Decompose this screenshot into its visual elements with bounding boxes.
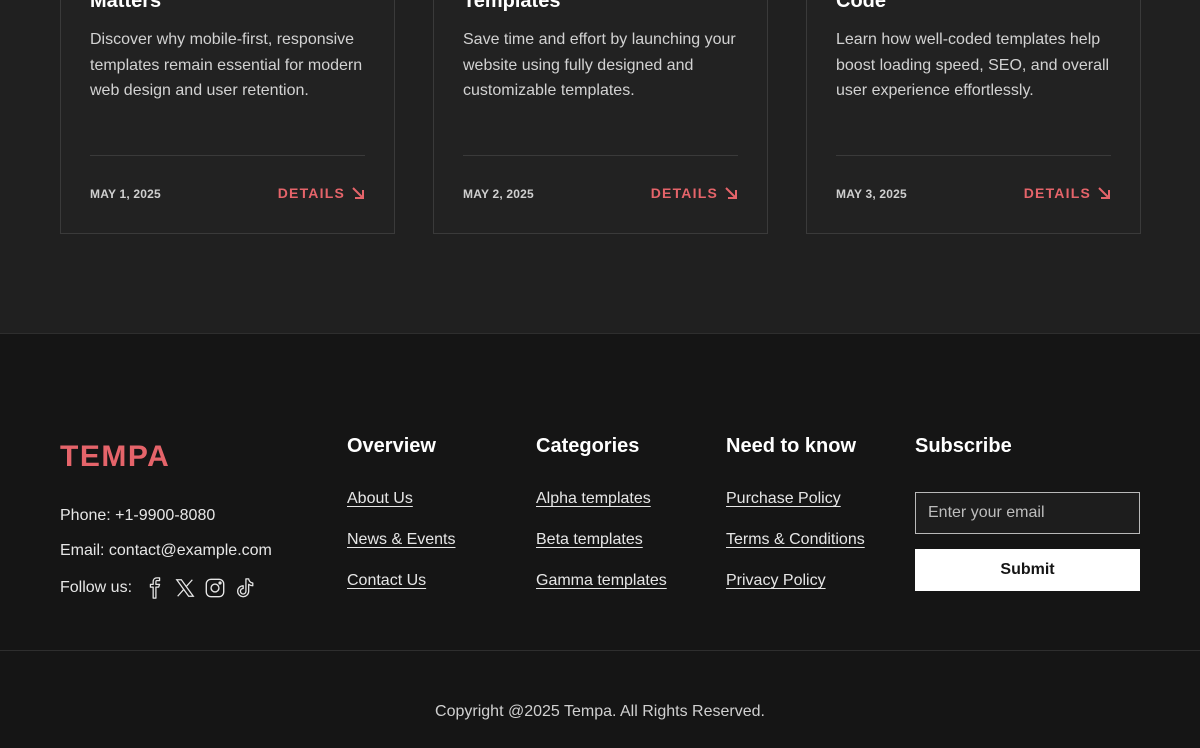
footer-column-need-to-know: Need to know Purchase Policy Terms & Con…: [726, 435, 865, 612]
subscribe-submit-button[interactable]: Submit: [915, 549, 1140, 591]
card-divider: [90, 155, 365, 156]
blog-cards-section: Matters Discover why mobile-first, respo…: [0, 0, 1200, 334]
arrow-down-right-icon: [352, 187, 364, 199]
blog-card: Code Learn how well-coded templates help…: [806, 0, 1141, 234]
footer-column-subscribe: Subscribe: [915, 435, 1012, 489]
footer-link-news-events[interactable]: News & Events: [347, 530, 455, 550]
card-excerpt: Learn how well-coded templates help boos…: [836, 31, 1110, 100]
card-excerpt: Discover why mobile-first, responsive te…: [90, 31, 363, 100]
tiktok-icon[interactable]: [234, 577, 256, 599]
footer-column-overview: Overview About Us News & Events Contact …: [347, 435, 455, 612]
blog-card: Matters Discover why mobile-first, respo…: [60, 0, 395, 234]
column-heading: Subscribe: [915, 435, 1012, 457]
column-heading: Need to know: [726, 435, 857, 457]
instagram-icon[interactable]: [204, 577, 226, 599]
footer-link-beta-templates[interactable]: Beta templates: [536, 530, 667, 550]
copyright-text: Copyright @2025 Tempa. All Rights Reserv…: [435, 703, 765, 720]
card-divider: [463, 155, 738, 156]
arrow-down-right-icon: [1098, 187, 1110, 199]
follow-us-row: Follow us:: [60, 577, 256, 599]
subscribe-email-input[interactable]: [915, 492, 1140, 534]
column-heading: Overview: [347, 435, 436, 457]
card-title: Matters: [90, 0, 162, 12]
follow-us-label: Follow us:: [60, 579, 133, 596]
social-links: [144, 577, 256, 599]
card-divider: [836, 155, 1111, 156]
card-details-label: DETAILS: [1023, 185, 1091, 201]
card-details-link[interactable]: DETAILS: [1024, 185, 1111, 201]
footer-link-privacy-policy[interactable]: Privacy Policy: [726, 571, 865, 591]
footer-link-contact-us[interactable]: Contact Us: [347, 571, 455, 591]
card-date: MAY 2, 2025: [463, 187, 534, 201]
footer-email: Email: contact@example.com: [60, 542, 272, 559]
card-details-label: DETAILS: [277, 185, 345, 201]
card-title: Templates: [463, 0, 561, 12]
arrow-down-right-icon: [725, 187, 737, 199]
footer-divider: [0, 650, 1200, 651]
footer-link-alpha-templates[interactable]: Alpha templates: [536, 489, 667, 509]
column-heading: Categories: [536, 435, 640, 457]
footer-link-about-us[interactable]: About Us: [347, 489, 455, 509]
card-excerpt: Save time and effort by launching your w…: [463, 31, 736, 100]
card-details-label: DETAILS: [650, 185, 718, 201]
x-icon[interactable]: [174, 577, 196, 599]
site-footer: TEMPA Phone: +1-9900-8080 Email: contact…: [0, 335, 1200, 748]
card-date: MAY 1, 2025: [90, 187, 161, 201]
footer-link-purchase-policy[interactable]: Purchase Policy: [726, 489, 865, 509]
footer-phone: Phone: +1-9900-8080: [60, 507, 216, 524]
card-details-link[interactable]: DETAILS: [651, 185, 738, 201]
footer-link-gamma-templates[interactable]: Gamma templates: [536, 571, 667, 591]
footer-column-categories: Categories Alpha templates Beta template…: [536, 435, 667, 612]
footer-link-terms-conditions[interactable]: Terms & Conditions: [726, 530, 865, 550]
facebook-icon[interactable]: [144, 577, 166, 599]
card-details-link[interactable]: DETAILS: [278, 185, 365, 201]
blog-card: Templates Save time and effort by launch…: [433, 0, 768, 234]
footer-logo[interactable]: TEMPA: [60, 440, 170, 474]
card-date: MAY 3, 2025: [836, 187, 907, 201]
card-title: Code: [836, 0, 886, 12]
